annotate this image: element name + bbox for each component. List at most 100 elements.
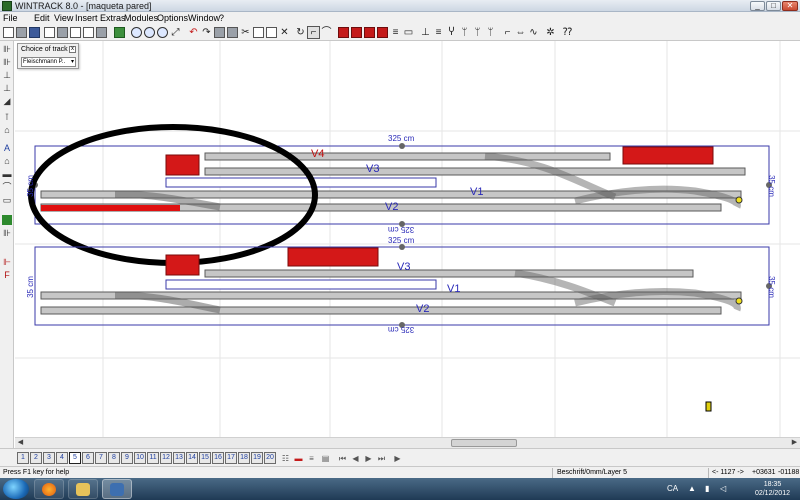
zoom-window-icon[interactable]: ⤢ bbox=[170, 27, 181, 38]
layer-button-4[interactable]: 4 bbox=[56, 452, 68, 464]
line-tool-icon[interactable]: ▬ bbox=[2, 169, 12, 179]
nav-next-icon[interactable]: ▶ bbox=[363, 453, 374, 464]
print-preview-icon[interactable] bbox=[44, 27, 55, 38]
layer-settings-icon[interactable]: ☷ bbox=[280, 453, 291, 464]
page-icon[interactable] bbox=[83, 27, 94, 38]
cross-tool-icon[interactable]: ⊥ bbox=[2, 83, 12, 93]
bridge-tool-icon[interactable]: ⌂ bbox=[2, 125, 12, 135]
layer-button-13[interactable]: 13 bbox=[173, 452, 185, 464]
flex-tool-icon[interactable]: ⊪ bbox=[2, 57, 12, 67]
layer-button-14[interactable]: 14 bbox=[186, 452, 198, 464]
tunnel-tool-icon[interactable]: ⌒ bbox=[2, 182, 12, 192]
nav-extra-icon[interactable]: ▶ bbox=[392, 453, 403, 464]
select-icon[interactable]: ⌐ bbox=[307, 26, 320, 39]
building-icon[interactable] bbox=[338, 27, 349, 38]
new-icon[interactable] bbox=[3, 27, 14, 38]
menu-window[interactable]: Window bbox=[188, 12, 220, 24]
nav-last-icon[interactable]: ⏭ bbox=[376, 453, 387, 464]
tray-volume-icon[interactable]: ◁ bbox=[720, 478, 726, 500]
menu-edit[interactable]: Edit bbox=[34, 12, 50, 24]
maximize-button[interactable]: □ bbox=[766, 1, 781, 11]
ruler-tool-icon[interactable]: ⊪ bbox=[2, 228, 12, 238]
signal-icon[interactable]: ⊥ bbox=[420, 27, 431, 38]
undo-icon[interactable]: ↶ bbox=[188, 27, 199, 38]
layer-button-18[interactable]: 18 bbox=[238, 452, 250, 464]
cut-icon[interactable]: ✂ bbox=[240, 27, 251, 38]
scroll-thumb[interactable] bbox=[451, 439, 517, 447]
road-tool-icon[interactable]: ▭ bbox=[2, 195, 12, 205]
horizontal-scrollbar[interactable]: ◀ ▶ bbox=[15, 437, 800, 448]
layer-button-10[interactable]: 10 bbox=[134, 452, 146, 464]
switch-icon[interactable]: Ⴤ bbox=[446, 27, 457, 38]
measure-icon[interactable]: ⇔ bbox=[515, 27, 526, 38]
turntable-tool-icon[interactable]: ◢ bbox=[2, 96, 12, 106]
redo-icon[interactable]: ↷ bbox=[201, 27, 212, 38]
settings-icon[interactable]: ✲ bbox=[545, 27, 556, 38]
taskbar-wintrack[interactable] bbox=[102, 479, 132, 499]
track-system-select[interactable]: Fleischmann P.. ▾ bbox=[21, 57, 76, 67]
start-button[interactable] bbox=[3, 479, 29, 499]
menu-options[interactable]: Options bbox=[157, 12, 188, 24]
layer-button-3[interactable]: 3 bbox=[43, 452, 55, 464]
zoom-fit-icon[interactable] bbox=[157, 27, 168, 38]
paste-icon[interactable] bbox=[266, 27, 277, 38]
copy-icon[interactable] bbox=[253, 27, 264, 38]
close-button[interactable]: ✕ bbox=[782, 1, 798, 11]
layer-button-1[interactable]: 1 bbox=[17, 452, 29, 464]
menu-insert[interactable]: Insert bbox=[75, 12, 98, 24]
scroll-right-icon[interactable]: ▶ bbox=[789, 438, 800, 448]
building-2-icon[interactable] bbox=[351, 27, 362, 38]
layer-button-20[interactable]: 20 bbox=[264, 452, 276, 464]
tray-arrow-icon[interactable]: ▲ bbox=[688, 478, 696, 500]
minimize-button[interactable]: _ bbox=[750, 1, 765, 11]
building-4-icon[interactable] bbox=[377, 27, 388, 38]
flex-track-icon[interactable]: ∿ bbox=[528, 27, 539, 38]
layer-button-8[interactable]: 8 bbox=[108, 452, 120, 464]
curve-icon[interactable]: ⌒ bbox=[321, 27, 332, 38]
track-icon[interactable]: ≡ bbox=[433, 27, 444, 38]
track-tool-icon[interactable]: ⊪ bbox=[2, 44, 12, 54]
delete-icon[interactable]: ✕ bbox=[279, 27, 290, 38]
grid-icon[interactable] bbox=[227, 27, 238, 38]
layer-button-16[interactable]: 16 bbox=[212, 452, 224, 464]
shape-tool-icon[interactable]: ⌂ bbox=[2, 156, 12, 166]
export-icon[interactable] bbox=[114, 27, 125, 38]
zoom-out-icon[interactable] bbox=[144, 27, 155, 38]
layer-button-2[interactable]: 2 bbox=[30, 452, 42, 464]
pointer-help-icon[interactable]: ⁇ bbox=[562, 27, 573, 38]
language-indicator[interactable]: CA bbox=[667, 478, 678, 500]
copy-doc-icon[interactable] bbox=[70, 27, 81, 38]
layer-button-19[interactable]: 19 bbox=[251, 452, 263, 464]
switch-3-icon[interactable]: ᛘ bbox=[472, 27, 483, 38]
list-icon[interactable] bbox=[96, 27, 107, 38]
stack-icon[interactable]: ▭ bbox=[403, 27, 414, 38]
layer-button-15[interactable]: 15 bbox=[199, 452, 211, 464]
terrain-tool-icon[interactable] bbox=[2, 215, 12, 225]
layer-button-5[interactable]: 5 bbox=[69, 452, 81, 464]
open-icon[interactable] bbox=[16, 27, 27, 38]
print-icon[interactable] bbox=[57, 27, 68, 38]
switch-4-icon[interactable]: ᛘ bbox=[485, 27, 496, 38]
layer-button-12[interactable]: 12 bbox=[160, 452, 172, 464]
text-icon[interactable]: ≡ bbox=[390, 27, 401, 38]
layer-visible-icon[interactable]: ≡ bbox=[306, 453, 317, 464]
mast-tool-icon[interactable]: F bbox=[2, 270, 12, 280]
layer-color-icon[interactable]: ▬ bbox=[293, 453, 304, 464]
ramp-tool-icon[interactable]: ⊺ bbox=[2, 112, 12, 122]
nav-first-icon[interactable]: ⏮ bbox=[337, 453, 348, 464]
nav-prev-icon[interactable]: ◀ bbox=[350, 453, 361, 464]
menu-view[interactable]: View bbox=[54, 12, 73, 24]
scroll-left-icon[interactable]: ◀ bbox=[15, 438, 26, 448]
catenary-tool-icon[interactable]: ⊩ bbox=[2, 257, 12, 267]
layer-button-7[interactable]: 7 bbox=[95, 452, 107, 464]
taskbar-clock[interactable]: 18:35 02/12/2012 bbox=[755, 480, 790, 498]
menu-file[interactable]: File bbox=[3, 12, 18, 24]
menu-extras[interactable]: Extras bbox=[100, 12, 126, 24]
building-3-icon[interactable] bbox=[364, 27, 375, 38]
taskbar-explorer[interactable] bbox=[68, 479, 98, 499]
taskbar-firefox[interactable] bbox=[34, 479, 64, 499]
layer-print-icon[interactable]: ▤ bbox=[320, 453, 331, 464]
switch-tool-icon[interactable]: ⊥ bbox=[2, 70, 12, 80]
text-tool-icon[interactable]: A bbox=[2, 143, 12, 153]
curve-track-icon[interactable]: ⌐ bbox=[502, 27, 513, 38]
